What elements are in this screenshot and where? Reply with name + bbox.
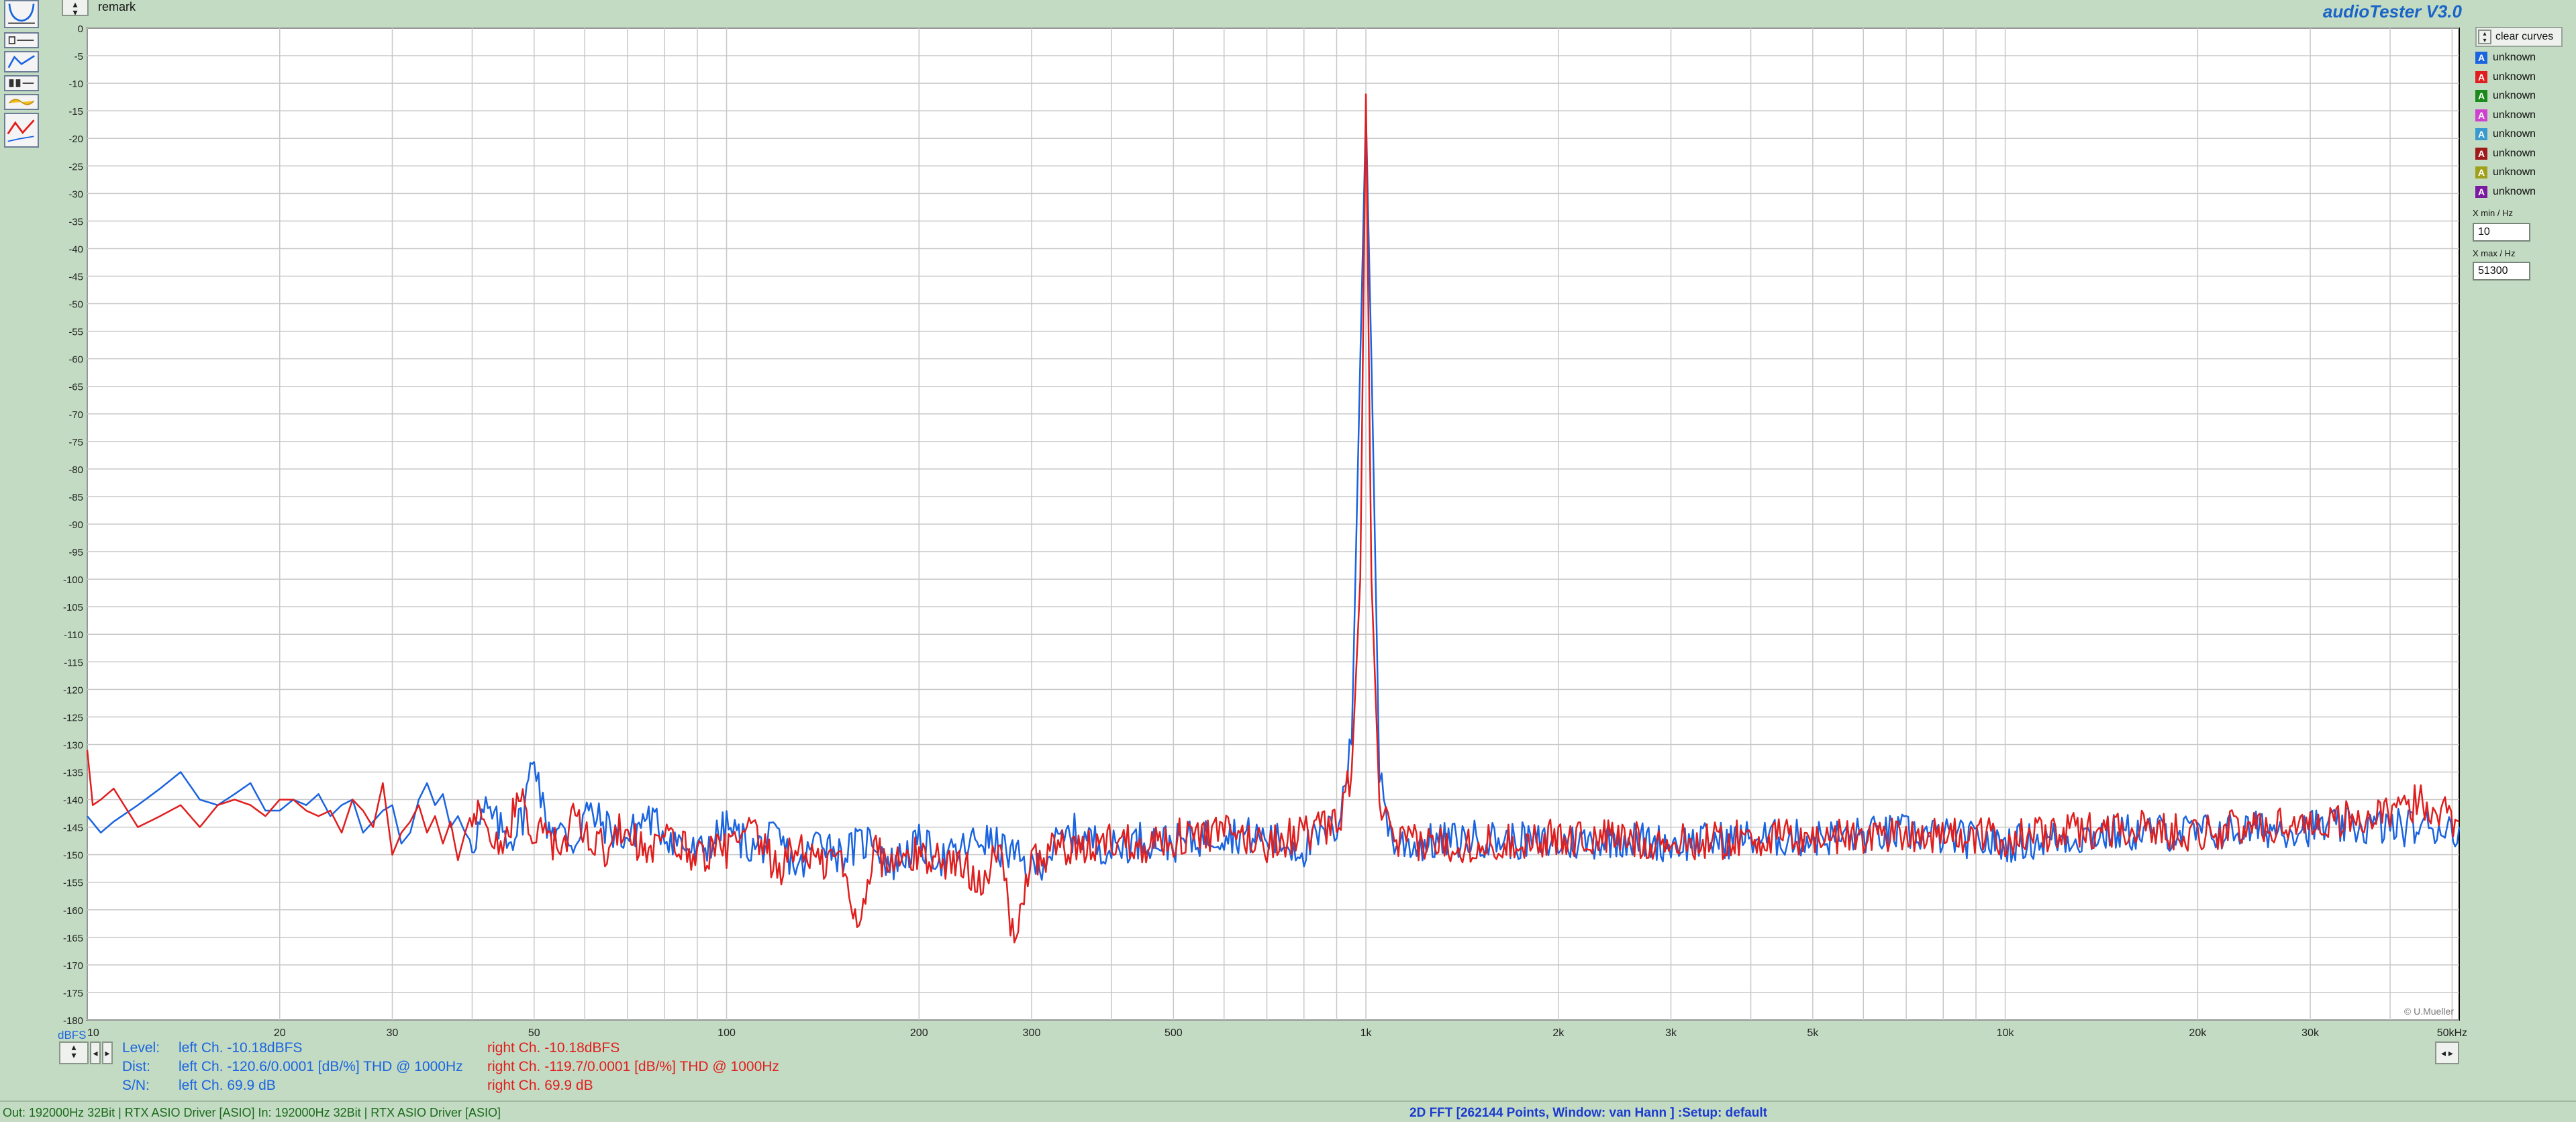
x-tick-label: 10k <box>1997 1027 2015 1039</box>
y-tick-label: -170 <box>63 960 83 972</box>
y-tick-label: -50 <box>68 299 83 311</box>
y-tick-label: -30 <box>68 189 83 200</box>
copyright-text: © U.Mueller <box>2404 1006 2454 1017</box>
y-tick-label: -35 <box>68 216 83 227</box>
sn-label: S/N: <box>122 1078 150 1093</box>
xmin-input[interactable] <box>2473 223 2530 242</box>
xmin-label: X min / Hz <box>2473 208 2513 218</box>
x-zoom-spinner[interactable]: ◂ ▸ <box>2435 1041 2459 1064</box>
y-tick-label: -120 <box>63 684 83 696</box>
y-tick-label: -70 <box>68 409 83 421</box>
y-tick-label: -115 <box>64 657 83 668</box>
y-tick-label: -180 <box>63 1015 83 1027</box>
x-tick-label: 50kHz <box>2437 1027 2467 1039</box>
y-tick-label: -75 <box>68 437 83 448</box>
x-tick-label: 200 <box>910 1027 928 1039</box>
y-tick-label: -165 <box>63 933 83 944</box>
y-tick-label: -90 <box>68 519 83 531</box>
clear-curves-label: clear curves <box>2495 31 2554 42</box>
x-scroll-right-button[interactable]: ▸ <box>102 1041 113 1064</box>
y-tick-label: -40 <box>68 244 83 255</box>
y-tick-label: -15 <box>68 106 83 117</box>
right-sn-readout: right Ch. 69.9 dB <box>487 1078 593 1093</box>
y-tick-label: -25 <box>68 161 83 172</box>
x-scroll-left-button[interactable]: ◂ <box>90 1041 101 1064</box>
x-tick-label: 1k <box>1360 1027 1373 1039</box>
y-tick-label: -20 <box>68 134 83 145</box>
y-tick-label: -80 <box>68 464 83 476</box>
curve-color-swatch[interactable]: A <box>2475 128 2487 140</box>
y-tick-label: -65 <box>68 382 83 393</box>
x-tick-label: 20 <box>274 1027 286 1039</box>
legend-item-label: unknown <box>2493 90 2536 101</box>
right-level-readout: right Ch. -10.18dBFS <box>487 1040 620 1056</box>
left-level-readout: left Ch. -10.18dBFS <box>179 1040 303 1056</box>
y-tick-label: -85 <box>68 492 83 503</box>
y-tick-label: -160 <box>63 905 83 917</box>
y-tick-label: -45 <box>68 272 83 283</box>
dist-label: Dist: <box>122 1059 150 1074</box>
x-tick-label: 30k <box>2301 1027 2320 1039</box>
legend-item-label: unknown <box>2493 166 2536 178</box>
right-dist-readout: right Ch. -119.7/0.0001 [dB/%] THD @ 100… <box>487 1059 779 1074</box>
y-tick-label: -125 <box>63 712 83 723</box>
legend-item-label: unknown <box>2493 70 2536 83</box>
x-tick-label: 10 <box>87 1027 99 1039</box>
curve-color-swatch[interactable]: A <box>2475 166 2487 178</box>
status-mode: 2D FFT [262144 Points, Window: van Hann … <box>1409 1106 1767 1120</box>
y-tick-label: -5 <box>75 51 83 62</box>
y-tick-label: -145 <box>63 823 83 834</box>
curve-color-swatch[interactable]: A <box>2475 90 2487 102</box>
x-tick-label: 3k <box>1665 1027 1677 1039</box>
x-tick-label: 300 <box>1023 1027 1041 1039</box>
legend-item-label: unknown <box>2493 52 2536 63</box>
y-tick-label: -175 <box>63 988 83 999</box>
x-tick-label: 20k <box>2189 1027 2207 1039</box>
clear-spinner[interactable]: ▴ ▾ <box>2478 30 2491 44</box>
x-tick-label: 500 <box>1165 1027 1183 1039</box>
legend-item-label: unknown <box>2493 147 2536 159</box>
y-tick-label: -150 <box>63 850 83 862</box>
y-tick-label: -60 <box>68 354 83 366</box>
legend-item-label: unknown <box>2493 128 2536 140</box>
x-tick-label: 5k <box>1807 1027 1819 1039</box>
xmax-input[interactable] <box>2473 262 2530 280</box>
y-unit-label: dBFS <box>58 1029 87 1041</box>
y-tick-label: -110 <box>64 629 83 641</box>
curve-color-swatch[interactable]: A <box>2475 52 2487 64</box>
x-tick-label: 2k <box>1552 1027 1565 1039</box>
y-tick-label: -135 <box>63 768 83 779</box>
x-tick-label: 100 <box>717 1027 736 1039</box>
status-bar: Out: 192000Hz 32Bit | RTX ASIO Driver [A… <box>0 1101 2576 1122</box>
y-tick-label: -105 <box>63 602 83 613</box>
level-label: Level: <box>122 1040 160 1056</box>
status-devices: Out: 192000Hz 32Bit | RTX ASIO Driver [A… <box>3 1106 501 1119</box>
x-tick-label: 50 <box>528 1027 540 1039</box>
left-dist-readout: left Ch. -120.6/0.0001 [dB/%] THD @ 1000… <box>179 1059 463 1074</box>
x-tick-label: 30 <box>387 1027 399 1039</box>
y-tick-label: -10 <box>68 79 83 90</box>
legend-item-label: unknown <box>2493 109 2536 121</box>
y-tick-label: -140 <box>63 795 83 807</box>
curve-color-swatch[interactable]: A <box>2475 147 2487 160</box>
xmax-label: X max / Hz <box>2473 248 2516 258</box>
left-sn-readout: left Ch. 69.9 dB <box>179 1078 276 1093</box>
y-tick-label: -95 <box>68 547 83 558</box>
curve-color-swatch[interactable]: A <box>2475 109 2487 121</box>
curve-color-swatch[interactable]: A <box>2475 185 2487 198</box>
curve-color-swatch[interactable]: A <box>2475 70 2487 83</box>
y-tick-label: 0 <box>78 23 83 35</box>
y-tick-label: -55 <box>68 327 83 338</box>
y-tick-label: -100 <box>63 574 83 586</box>
y-tick-label: -155 <box>63 878 83 889</box>
legend-item-label: unknown <box>2493 185 2536 197</box>
y-tick-label: -130 <box>63 740 83 751</box>
y-scale-spinner[interactable]: ▴ ▾ <box>59 1041 89 1064</box>
fft-chart: 0 -5 -10 -15 -20 -25 -30 -35 -40 -45 -50 -55 -60 -65 -… <box>58 23 2467 1041</box>
